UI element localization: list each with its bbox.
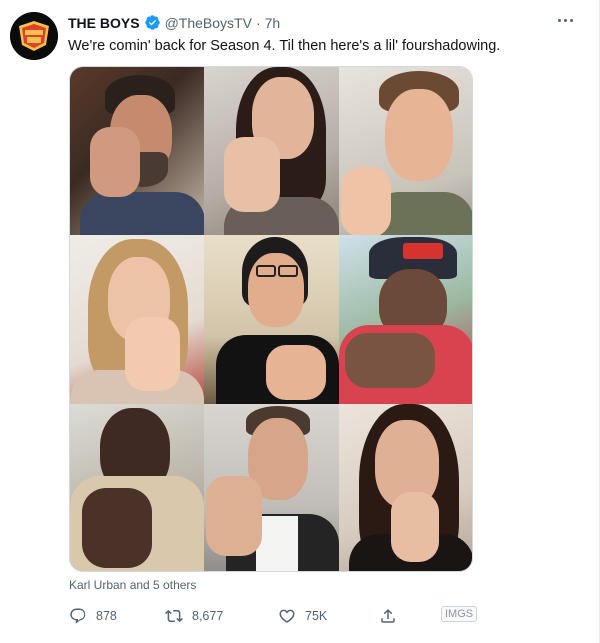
display-name[interactable]: THE BOYS <box>68 15 140 31</box>
share-icon <box>381 608 395 623</box>
watermark-badge: IMGS <box>441 606 478 622</box>
tagged-people[interactable]: Karl Urban and 5 others <box>69 578 196 592</box>
avatar[interactable] <box>10 12 58 60</box>
photo-4[interactable] <box>70 235 204 404</box>
photo-5[interactable] <box>204 235 339 404</box>
photo-8[interactable] <box>204 404 339 571</box>
reply-count: 878 <box>96 609 117 623</box>
action-bar: 878 8,677 75K IMGS <box>69 602 479 630</box>
photo-7[interactable] <box>70 404 204 571</box>
heart-icon <box>279 609 295 623</box>
the-boys-logo-icon <box>10 12 58 60</box>
photo-2[interactable] <box>204 67 339 235</box>
photo-6[interactable] <box>339 235 472 404</box>
retweet-icon <box>165 609 183 623</box>
media-grid[interactable] <box>69 66 473 572</box>
tweet-card[interactable]: THE BOYS @TheBoysTV · 7h We're comin' ba… <box>0 0 600 643</box>
separator-dot: · <box>255 14 261 31</box>
handle[interactable]: @TheBoysTV <box>165 15 252 31</box>
retweet-count: 8,677 <box>192 609 224 623</box>
timestamp[interactable]: 7h <box>265 15 281 31</box>
verified-badge-icon <box>144 14 161 31</box>
photo-9[interactable] <box>339 404 472 571</box>
like-count: 75K <box>305 609 328 623</box>
tweet-header: THE BOYS @TheBoysTV · 7h <box>68 14 280 31</box>
reply-icon <box>70 608 86 624</box>
photo-1[interactable] <box>70 67 204 235</box>
tweet-text: We're comin' back for Season 4. Til then… <box>68 38 501 54</box>
like-button[interactable]: 75K <box>278 602 327 630</box>
photo-3[interactable] <box>339 67 472 235</box>
more-icon[interactable] <box>553 10 577 30</box>
retweet-button[interactable]: 8,677 <box>165 602 223 630</box>
share-button[interactable] <box>379 602 397 630</box>
reply-button[interactable]: 878 <box>69 602 117 630</box>
